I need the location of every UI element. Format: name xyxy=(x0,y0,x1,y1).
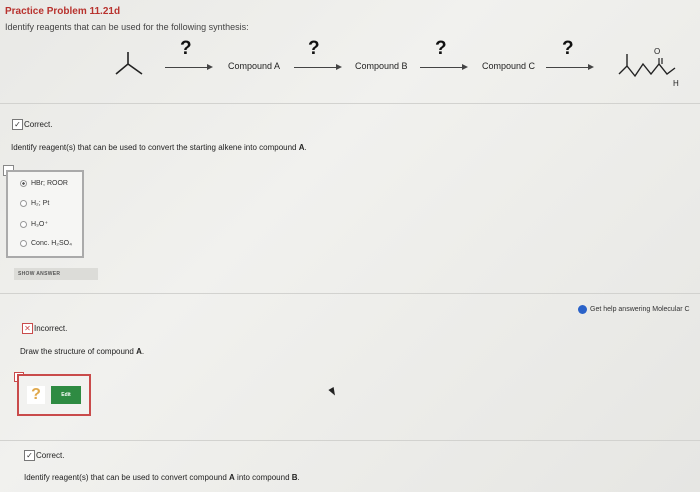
edit-button[interactable]: Edit xyxy=(51,386,81,404)
option-hbr-roor[interactable]: HBr; ROOR xyxy=(20,180,68,187)
option-h2-pt[interactable]: H₂; Pt xyxy=(20,200,49,207)
q1-options-box: HBr; ROOR H₂; Pt H₃O⁺ Conc. H₂SO₄ xyxy=(6,170,84,258)
carbonyl-oxygen-label: O xyxy=(654,47,661,56)
q3-question: Identify reagent(s) that can be used to … xyxy=(24,473,300,482)
compound-b-label: Compound B xyxy=(355,61,408,71)
starting-alkene-structure xyxy=(115,52,143,75)
correct-check-icon: ✓ xyxy=(24,450,35,461)
correct-check-icon: ✓ xyxy=(12,119,23,130)
q2-status: Incorrect. xyxy=(34,324,68,333)
incorrect-x-icon: ✕ xyxy=(22,323,33,334)
section-divider xyxy=(0,293,700,294)
empty-structure-placeholder[interactable]: ? xyxy=(27,386,45,404)
q3-status: Correct. xyxy=(36,451,65,460)
radio-icon[interactable] xyxy=(20,240,27,247)
reaction-arrow-1 xyxy=(165,67,209,68)
mouse-cursor-icon xyxy=(328,387,338,397)
section-divider xyxy=(0,103,700,104)
reagent-unknown-2[interactable]: ? xyxy=(308,38,320,60)
radio-selected-icon[interactable] xyxy=(20,180,27,187)
compound-a-label: Compound A xyxy=(228,61,281,71)
reaction-arrow-2 xyxy=(294,67,338,68)
section-divider xyxy=(0,440,700,441)
structure-sketcher-box: ? Edit xyxy=(17,374,91,416)
problem-instruction: Identify reagents that can be used for t… xyxy=(5,22,249,32)
radio-icon[interactable] xyxy=(20,200,27,207)
arrow-head-icon xyxy=(336,64,342,70)
problem-title: Practice Problem 11.21d xyxy=(5,6,121,17)
compound-c-label: Compound C xyxy=(482,61,536,71)
reagent-unknown-3[interactable]: ? xyxy=(435,38,447,60)
option-conc-h2so4[interactable]: Conc. H₂SO₄ xyxy=(20,240,72,247)
help-icon xyxy=(578,305,587,314)
show-answer-button[interactable]: SHOW ANSWER xyxy=(14,268,98,280)
q1-question: Identify reagent(s) that can be used to … xyxy=(11,143,307,152)
option-h3o[interactable]: H₃O⁺ xyxy=(20,220,48,228)
reagent-unknown-4[interactable]: ? xyxy=(562,38,574,60)
radio-icon[interactable] xyxy=(20,220,27,228)
reagent-unknown-1[interactable]: ? xyxy=(180,38,192,60)
arrow-head-icon xyxy=(207,64,213,70)
get-help-link[interactable]: Get help answering Molecular C xyxy=(578,305,690,314)
q1-status: Correct. xyxy=(24,120,53,129)
arrow-head-icon xyxy=(462,64,468,70)
reaction-arrow-4 xyxy=(546,67,590,68)
reaction-arrow-3 xyxy=(420,67,464,68)
arrow-head-icon xyxy=(588,64,594,70)
q2-question: Draw the structure of compound A. xyxy=(20,347,145,356)
aldehyde-hydrogen-label: H xyxy=(673,79,679,88)
